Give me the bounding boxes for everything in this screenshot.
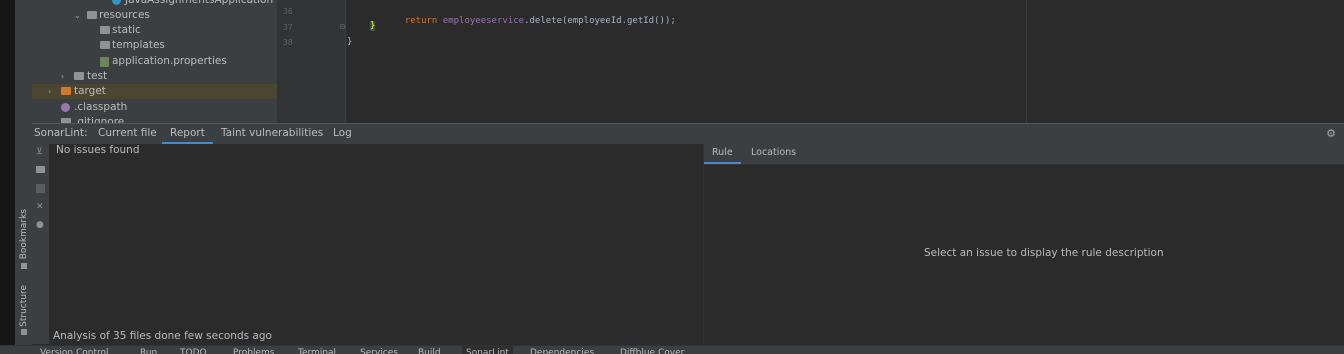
folder-icon	[74, 72, 84, 80]
code-line: return employeeservice.delete(employeeId…	[394, 6, 676, 26]
tree-item-label: resources	[99, 9, 150, 21]
tab-rule[interactable]: Rule	[704, 144, 741, 164]
tree-item-static[interactable]: static	[32, 23, 277, 38]
code-text: .delete(employeeId.getId());	[524, 16, 676, 26]
tree-item-label: .classpath	[74, 101, 128, 113]
tree-item-label: JavaAssignmentsApplication	[125, 0, 274, 6]
tab-current-file[interactable]: Current file	[98, 124, 157, 144]
tree-item-label: templates	[112, 39, 165, 51]
class-icon	[112, 0, 121, 5]
chevron-down-icon: ⌄	[74, 11, 81, 20]
filter-icon[interactable]: ⊻	[36, 148, 45, 157]
rule-panel: Select an issue to display the rule desc…	[704, 144, 1344, 345]
properties-file-icon	[100, 57, 109, 67]
tree-item-application-properties[interactable]: application.properties	[32, 54, 277, 69]
line-number: 37	[283, 23, 293, 32]
code-field: employeeservice	[442, 16, 525, 26]
window-edge	[0, 0, 15, 353]
gear-icon[interactable]: ⚙	[1326, 127, 1336, 140]
chevron-right-icon: ›	[61, 72, 65, 81]
analysis-status: Analysis of 35 files done few seconds ag…	[53, 330, 272, 342]
code-brace: }	[347, 37, 353, 47]
tree-item-label: test	[87, 70, 108, 82]
tree-item-test[interactable]: › test	[32, 69, 277, 84]
analyze-project-icon[interactable]	[36, 166, 45, 173]
folder-icon	[100, 26, 110, 34]
fold-marker-icon[interactable]: ⊟	[340, 22, 345, 31]
tree-item-label: static	[112, 24, 141, 36]
tab-log[interactable]: Log	[333, 124, 352, 144]
tree-item-label: target	[74, 85, 106, 97]
tree-item-label: application.properties	[112, 55, 227, 67]
resources-folder-icon	[87, 11, 97, 19]
rule-placeholder: Select an issue to display the rule desc…	[924, 247, 1164, 259]
folder-icon	[100, 41, 110, 49]
structure-label: Structure	[18, 284, 29, 327]
matched-brace: }	[370, 21, 376, 31]
line-number: 36	[283, 7, 293, 16]
tree-item-application-class[interactable]: JavaAssignmentsApplication	[32, 0, 277, 8]
sonarlint-title: SonarLint:	[34, 127, 88, 139]
excluded-folder-icon	[61, 87, 71, 95]
tab-locations[interactable]: Locations	[751, 144, 796, 164]
tab-report[interactable]: Report	[162, 124, 213, 144]
structure-side-tab[interactable]: Structure	[15, 282, 32, 338]
code-keyword: return	[404, 16, 443, 26]
issues-panel: No issues found Analysis of 35 files don…	[49, 144, 704, 345]
report-toolbar	[32, 144, 49, 344]
tree-item-resources[interactable]: ⌄ resources	[32, 8, 277, 23]
bookmark-icon	[20, 262, 27, 269]
structure-icon	[20, 329, 27, 336]
bookmarks-label: Bookmarks	[18, 209, 29, 260]
tree-item-gitignore[interactable]: .gitignore	[32, 115, 277, 123]
tools-icon[interactable]: ✕	[36, 203, 45, 212]
tab-taint-vulnerabilities[interactable]: Taint vulnerabilities	[221, 124, 323, 144]
classpath-file-icon	[61, 103, 70, 112]
stop-icon[interactable]	[36, 184, 45, 193]
tree-item-target[interactable]: › target	[32, 84, 277, 99]
settings-icon[interactable]: ●	[36, 221, 45, 230]
tree-item-label: .gitignore	[74, 116, 125, 123]
no-issues-message: No issues found	[56, 144, 140, 156]
editor-right-margin	[1026, 0, 1027, 123]
line-number: 38	[283, 38, 293, 47]
tree-item-classpath[interactable]: .classpath	[32, 100, 277, 115]
bookmarks-side-tab[interactable]: Bookmarks	[15, 208, 32, 270]
project-tree: JavaAssignmentsApplication ⌄ resources s…	[32, 0, 277, 123]
line-number-gutter	[277, 0, 346, 123]
rule-tabs: Rule Locations	[704, 144, 1344, 165]
tree-item-templates[interactable]: templates	[32, 38, 277, 53]
sonarlint-tool-header: SonarLint: Current file Report Taint vul…	[32, 123, 1344, 145]
chevron-right-icon: ›	[48, 87, 52, 96]
